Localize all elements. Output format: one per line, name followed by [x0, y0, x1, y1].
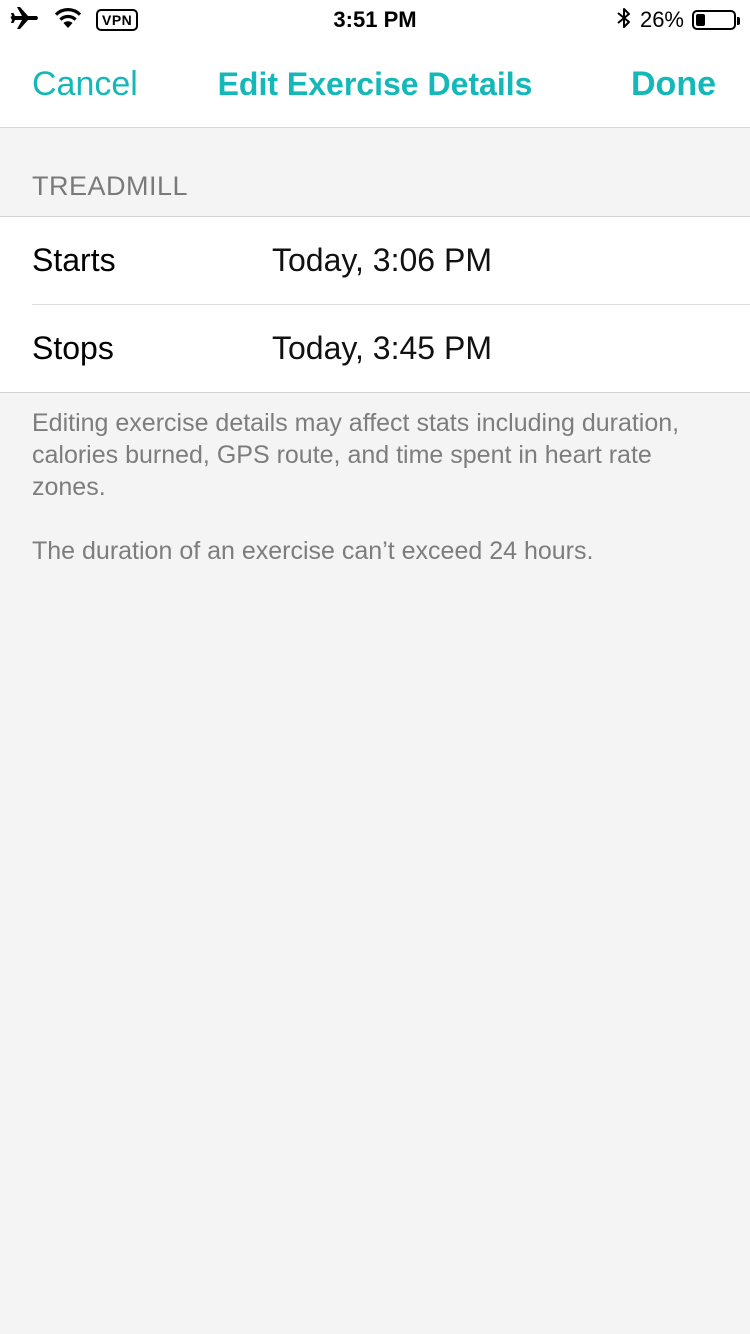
- nav-bar: Cancel Edit Exercise Details Done: [0, 40, 750, 128]
- stops-label: Stops: [32, 330, 114, 366]
- starts-row[interactable]: Starts Today, 3:06 PM: [32, 217, 750, 304]
- battery-percent: 26%: [639, 7, 684, 32]
- exercise-time-group: Starts Today, 3:06 PM Stops Today, 3:45 …: [0, 216, 750, 393]
- starts-value: Today, 3:06 PM: [272, 242, 492, 278]
- bluetooth-icon: [616, 6, 632, 35]
- stops-value: Today, 3:45 PM: [272, 330, 492, 366]
- battery-icon: [692, 10, 740, 30]
- section-header-treadmill: TREADMILL: [32, 171, 189, 201]
- duration-limit-note: The duration of an exercise can’t exceed…: [32, 537, 594, 565]
- stops-row[interactable]: Stops Today, 3:45 PM: [32, 304, 750, 392]
- status-bar: VPN 3:51 PM 26%: [0, 0, 750, 40]
- starts-label: Starts: [32, 242, 116, 278]
- done-button[interactable]: Done: [631, 64, 716, 104]
- status-right: 26%: [616, 6, 740, 35]
- battery-cap: [737, 17, 740, 25]
- edit-warning-note: Editing exercise details may affect stat…: [32, 409, 680, 501]
- battery-fill: [696, 14, 706, 26]
